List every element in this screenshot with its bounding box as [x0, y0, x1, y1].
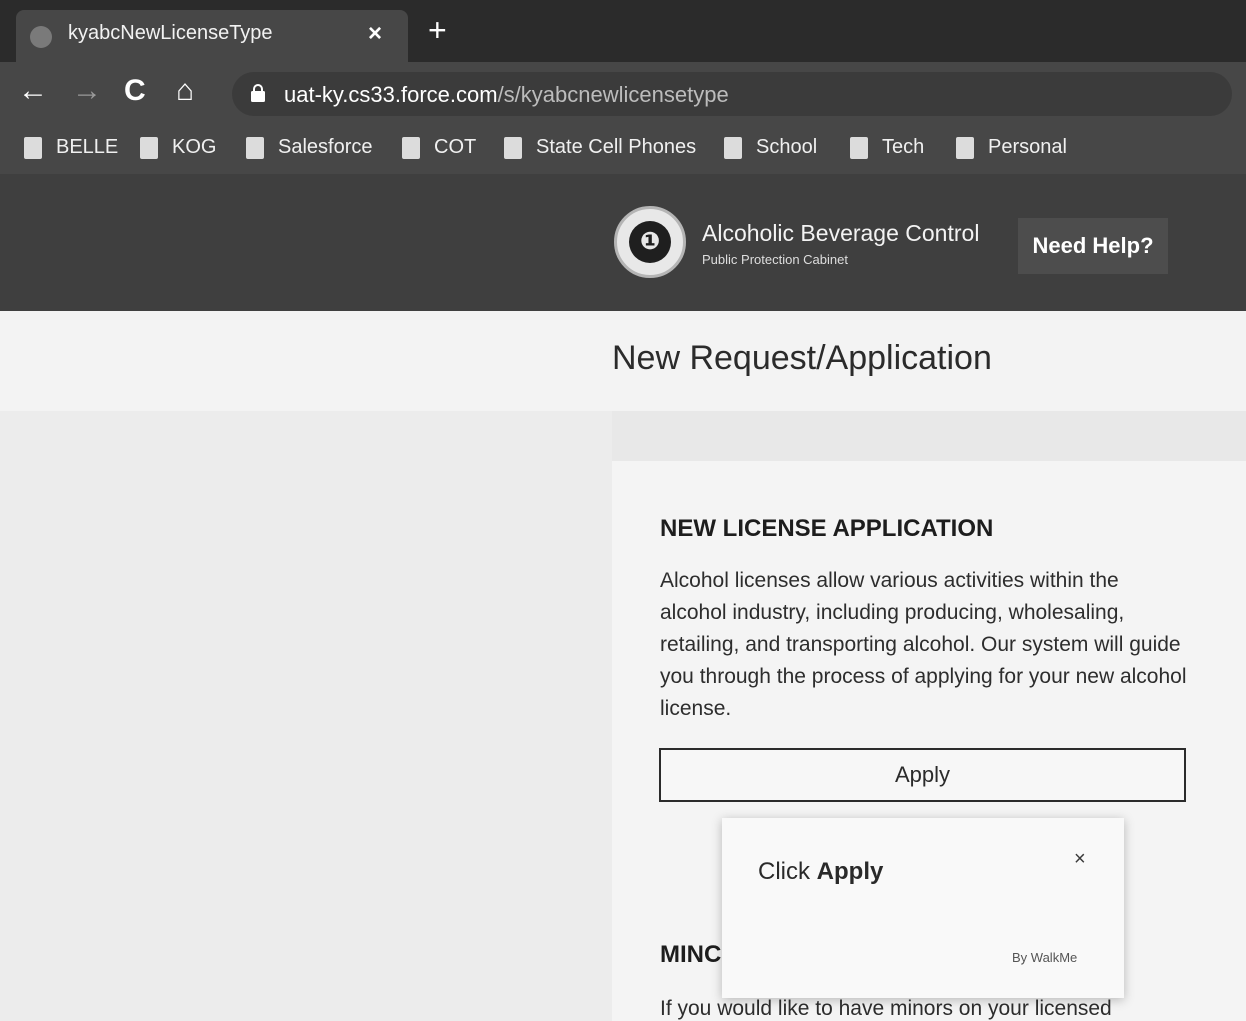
page-title-band: New Request/Application: [0, 311, 1246, 411]
favicon-icon: [30, 26, 52, 48]
site-header: ❶ Alcoholic Beverage Control Public Prot…: [0, 174, 1246, 311]
folder-icon: [850, 136, 868, 159]
left-panel: [0, 411, 612, 1021]
bookmark-state-cell-phones[interactable]: State Cell Phones: [504, 136, 696, 162]
bookmark-kog[interactable]: KOG: [140, 136, 216, 162]
new-license-heading: NEW LICENSE APPLICATION: [660, 515, 994, 542]
agency-subtitle: Public Protection Cabinet: [702, 252, 848, 267]
folder-icon: [24, 136, 42, 159]
agency-name: Alcoholic Beverage Control: [702, 220, 980, 246]
lock-icon: [251, 84, 265, 102]
address-bar[interactable]: uat-ky.cs33.force.com/s/kyabcnewlicenset…: [232, 72, 1232, 116]
new-tab-icon[interactable]: +: [428, 14, 447, 46]
walkme-close-icon[interactable]: ×: [1074, 848, 1086, 871]
bookmark-school[interactable]: School: [724, 136, 817, 162]
state-seal-logo: ❶: [614, 206, 686, 278]
bookmark-personal[interactable]: Personal: [956, 136, 1067, 162]
tab-close-icon[interactable]: ×: [368, 20, 382, 48]
folder-icon: [246, 136, 264, 159]
screen: kyabcNewLicenseType × + ← → C ⌂ uat-ky.c…: [0, 0, 1246, 1021]
apply-button[interactable]: Apply: [659, 748, 1186, 802]
home-icon[interactable]: ⌂: [176, 74, 194, 108]
bookmark-salesforce[interactable]: Salesforce: [246, 136, 373, 162]
walkme-tooltip: Click Apply × By WalkMe: [722, 818, 1124, 998]
seal-emblem-icon: ❶: [629, 221, 671, 263]
browser-toolbar: ← → C ⌂ uat-ky.cs33.force.com/s/kyabcnew…: [0, 62, 1246, 124]
back-arrow-icon[interactable]: ←: [18, 74, 48, 108]
folder-icon: [402, 136, 420, 159]
bookmark-cot[interactable]: COT: [402, 136, 476, 162]
folder-icon: [956, 136, 974, 159]
folder-icon: [504, 136, 522, 159]
forward-arrow-icon[interactable]: →: [72, 74, 102, 108]
walkme-prefix: Click: [758, 858, 817, 885]
new-license-description: Alcohol licenses allow various activitie…: [660, 569, 1187, 720]
bookmark-belle[interactable]: BELLE: [24, 136, 118, 162]
walkme-instruction: Click Apply: [758, 858, 883, 886]
tab-strip: kyabcNewLicenseType × +: [0, 0, 1246, 62]
browser-chrome: kyabcNewLicenseType × + ← → C ⌂ uat-ky.c…: [0, 0, 1246, 311]
url-host: uat-ky.cs33.force.com: [284, 82, 498, 107]
reload-icon[interactable]: C: [124, 74, 146, 108]
bookmarks-bar: BELLE KOG Salesforce COT State Cell Phon…: [0, 124, 1246, 174]
page-title: New Request/Application: [612, 339, 992, 377]
minors-heading: MINC: [660, 941, 722, 968]
bookmark-tech[interactable]: Tech: [850, 136, 924, 162]
url-text: uat-ky.cs33.force.com/s/kyabcnewlicenset…: [284, 82, 729, 108]
tab-title: kyabcNewLicenseType: [68, 22, 273, 44]
url-path: /s/kyabcnewlicensetype: [497, 82, 729, 107]
need-help-button[interactable]: Need Help?: [1018, 218, 1168, 274]
tab-active[interactable]: kyabcNewLicenseType ×: [16, 10, 408, 62]
folder-icon: [724, 136, 742, 159]
walkme-emphasis: Apply: [816, 858, 884, 885]
folder-icon: [140, 136, 158, 159]
walkme-brand: By WalkMe: [1012, 950, 1078, 965]
